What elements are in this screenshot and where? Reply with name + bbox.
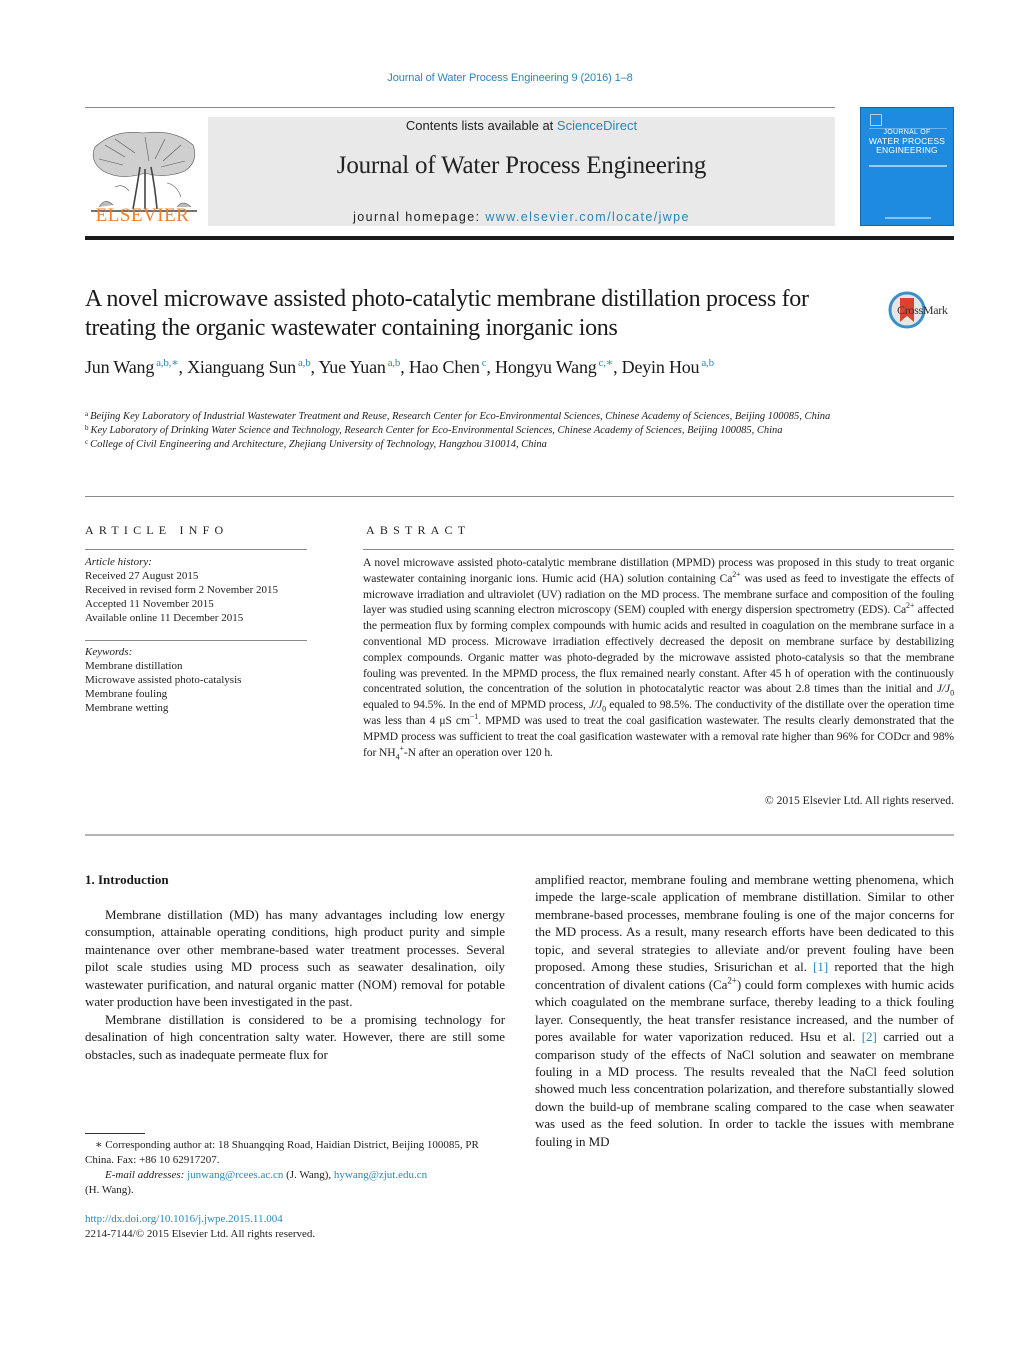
author-name[interactable]: Deyin Hou (622, 357, 700, 377)
article-info-heading: ARTICLE INFO (85, 523, 229, 537)
footnotes: ∗ Corresponding author at: 18 Shuangqing… (85, 1138, 510, 1198)
corresponding-author-note: ∗ Corresponding author at: 18 Shuangqing… (85, 1139, 479, 1166)
author-name[interactable]: Jun Wang (85, 357, 154, 377)
paragraph: Membrane distillation is considered to b… (85, 1011, 505, 1062)
abstract-heading: ABSTRACT (366, 523, 471, 537)
journal-homepage-line: journal homepage: www.elsevier.com/locat… (208, 210, 835, 224)
history-item: Accepted 11 November 2015 (85, 598, 214, 610)
section-heading-introduction: 1. Introduction (85, 872, 169, 887)
author-name[interactable]: Hao Chen (409, 357, 480, 377)
cover-footer-bar (885, 217, 931, 219)
doi-link[interactable]: http://dx.doi.org/10.1016/j.jwpe.2015.11… (85, 1213, 283, 1225)
affiliation-text: Key Laboratory of Drinking Water Science… (90, 425, 783, 437)
affiliations: a Beijing Key Laboratory of Industrial Wa… (85, 410, 845, 453)
abstract-bottom-divider (85, 834, 954, 836)
homepage-link[interactable]: www.elsevier.com/locate/jwpe (485, 210, 690, 224)
affiliation-item: b Key Laboratory of Drinking Water Scienc… (85, 424, 845, 438)
article-history-label: Article history: (85, 556, 152, 568)
history-item: Received 27 August 2015 (85, 570, 199, 582)
email-owner: (H. Wang). (85, 1184, 134, 1196)
author-affil-marks[interactable]: a,b (388, 357, 401, 369)
cover-logo-icon (870, 114, 882, 126)
affiliation-text: College of Civil Engineering and Archite… (90, 439, 547, 451)
affiliation-item: a Beijing Key Laboratory of Industrial Wa… (85, 410, 845, 424)
keywords: Keywords: Membrane distillation Microwav… (85, 645, 315, 715)
journal-name: Journal of Water Process Engineering (336, 152, 707, 179)
sciencedirect-link[interactable]: ScienceDirect (557, 118, 637, 133)
email-link[interactable]: junwang@rcees.ac.cn (187, 1169, 283, 1181)
keyword-item: Membrane wetting (85, 702, 169, 714)
cover-title: JOURNAL OF WATER PROCESS ENGINEERING (861, 128, 953, 155)
article-info-divider (85, 549, 307, 550)
keyword-item: Microwave assisted photo-catalysis (85, 674, 242, 686)
author-affil-marks[interactable]: a,b (298, 357, 311, 369)
journal-cover-thumbnail[interactable]: JOURNAL OF WATER PROCESS ENGINEERING (860, 107, 954, 226)
history-item: Available online 11 December 2015 (85, 612, 244, 624)
homepage-prefix: journal homepage: (353, 210, 486, 224)
issn-copyright: 2214-7144/© 2015 Elsevier Ltd. All right… (85, 1228, 316, 1240)
author-name[interactable]: Xianguang Sun (187, 357, 296, 377)
elsevier-wordmark[interactable]: ELSEVIER (85, 205, 200, 227)
footnote-divider (85, 1133, 145, 1134)
running-head[interactable]: Journal of Water Process Engineering 9 (… (0, 72, 1020, 84)
affiliation-mark: b (85, 424, 89, 433)
contents-available-line: Contents lists available at ScienceDirec… (208, 118, 835, 133)
affiliation-text: Beijing Key Laboratory of Industrial Was… (90, 411, 831, 422)
crossmark-label[interactable]: CrossMark (897, 303, 948, 318)
author-affil-marks[interactable]: a,b (701, 357, 714, 369)
keywords-divider (85, 640, 307, 641)
abstract-divider (363, 549, 954, 550)
email-addresses: E-mail addresses: junwang@rcees.ac.cn (J… (105, 1169, 428, 1181)
affiliation-mark: c (85, 438, 89, 447)
abstract-text: A novel microwave assisted photo-catalyt… (363, 556, 954, 761)
paragraph: amplified reactor, membrane fouling and … (535, 872, 954, 1149)
article-history: Article history: Received 27 August 2015… (85, 555, 315, 625)
author-affil-marks[interactable]: c,∗ (599, 357, 614, 369)
affiliations-divider (85, 496, 954, 497)
keyword-item: Membrane fouling (85, 688, 168, 700)
email-link[interactable]: hywang@zjut.edu.cn (334, 1169, 427, 1181)
paragraph: Membrane distillation (MD) has many adva… (85, 907, 505, 1010)
doi-block: http://dx.doi.org/10.1016/j.jwpe.2015.11… (85, 1212, 315, 1242)
header-divider (85, 107, 835, 108)
keyword-item: Membrane distillation (85, 660, 183, 672)
abstract-copyright: © 2015 Elsevier Ltd. All rights reserved… (764, 794, 954, 807)
author-affil-marks[interactable]: a,b,∗ (156, 357, 179, 369)
keywords-label: Keywords: (85, 646, 133, 658)
citation-link[interactable]: [2] (862, 1029, 877, 1044)
author-name[interactable]: Yue Yuan (318, 357, 385, 377)
contents-prefix: Contents lists available at (405, 118, 557, 133)
header-thick-divider (85, 236, 954, 240)
affiliation-item: c College of Civil Engineering and Archit… (85, 438, 845, 452)
history-item: Received in revised form 2 November 2015 (85, 584, 279, 596)
article-title: A novel microwave assisted photo-catalyt… (85, 286, 809, 341)
author-list: Jun Wang a,b,∗, Xianguang Sun a,b, Yue Yua… (85, 357, 714, 377)
body-column-left: Membrane distillation (MD) has many adva… (85, 906, 505, 1063)
citation-link[interactable]: [1] (813, 959, 828, 974)
cover-line-3: ENGINEERING (876, 145, 938, 155)
author-name[interactable]: Hongyu Wang (495, 357, 597, 377)
cover-subtitle-bar (869, 165, 947, 167)
affiliation-mark: a (85, 410, 89, 418)
body-column-right: amplified reactor, membrane fouling and … (535, 871, 954, 1150)
